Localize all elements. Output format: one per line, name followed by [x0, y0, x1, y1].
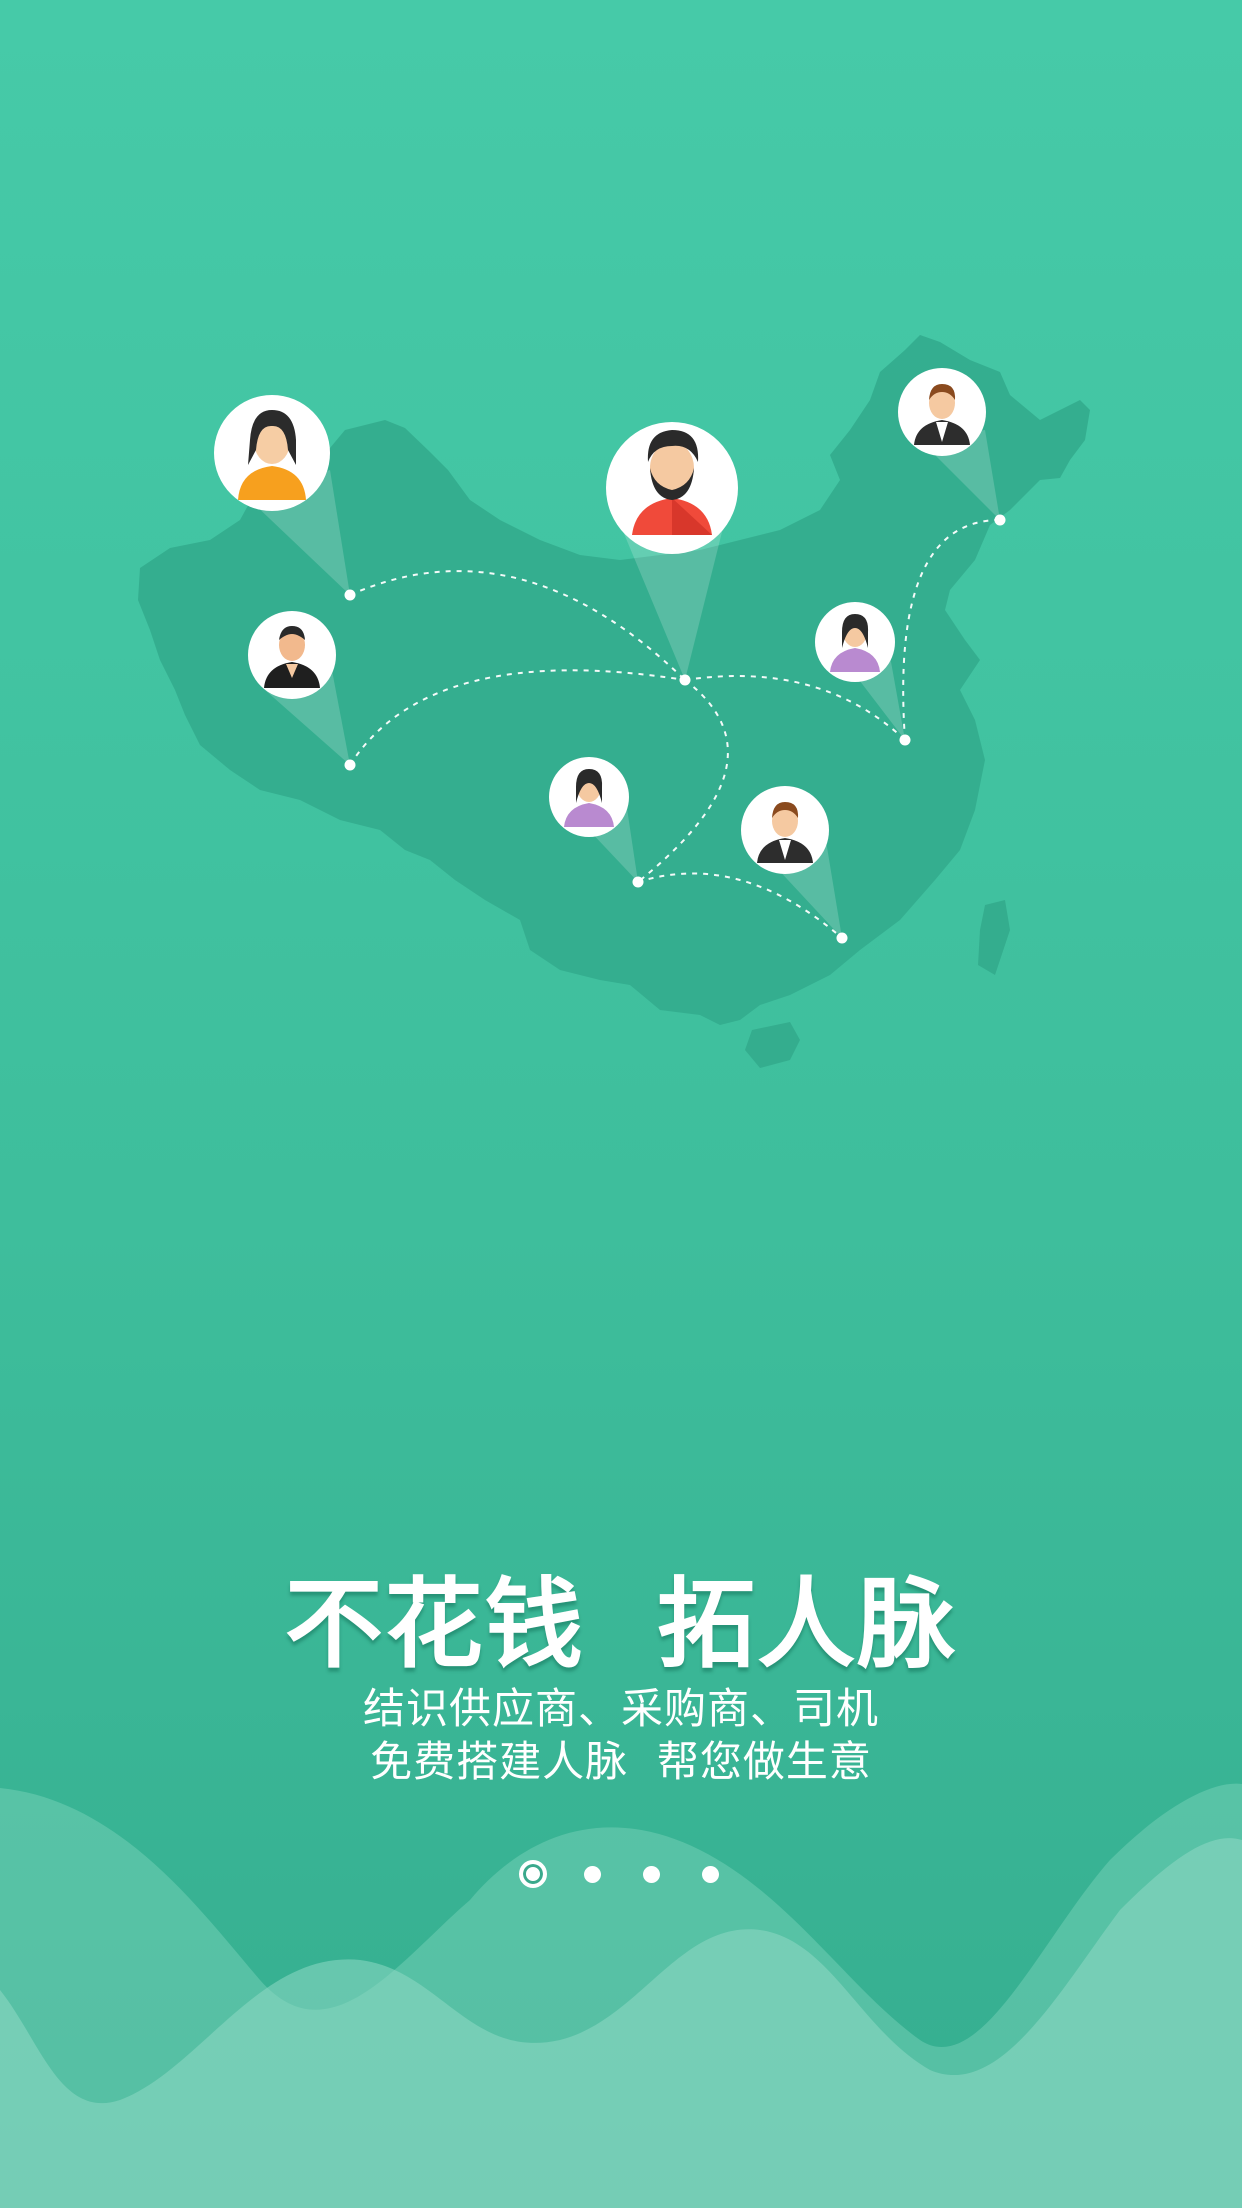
- page-dot-2[interactable]: [583, 1865, 601, 1883]
- subtitle-line-2: 免费搭建人脉 帮您做生意: [370, 1737, 872, 1786]
- subtitle-line-1: 结识供应商、采购商、司机: [362, 1684, 879, 1733]
- hainan-island: [745, 1022, 800, 1068]
- page-dot-4[interactable]: [701, 1865, 719, 1883]
- headline: 不花钱 拓人脉: [284, 1568, 958, 1682]
- avatar-man-suit-northeast[interactable]: [898, 368, 986, 456]
- decorative-waves: [0, 1783, 1242, 2208]
- avatar-woman-purple-south[interactable]: [549, 757, 629, 837]
- avatar-man-black-west[interactable]: [248, 611, 336, 699]
- page-dot-1-active[interactable]: [518, 1860, 547, 1888]
- network-map-illustration: [138, 335, 1090, 1068]
- avatar-woman-purple-east[interactable]: [815, 602, 895, 682]
- avatar-man-suit-south[interactable]: [741, 786, 829, 874]
- page-dot-3[interactable]: [642, 1865, 660, 1883]
- page-indicator[interactable]: [0, 1856, 1242, 1892]
- taiwan-island: [978, 900, 1010, 975]
- avatar-woman-orange[interactable]: [214, 395, 330, 511]
- avatar-man-beard-red[interactable]: [606, 422, 738, 554]
- onboarding-screen[interactable]: 不花钱 拓人脉 结识供应商、采购商、司机 免费搭建人脉 帮您做生意: [0, 0, 1242, 2208]
